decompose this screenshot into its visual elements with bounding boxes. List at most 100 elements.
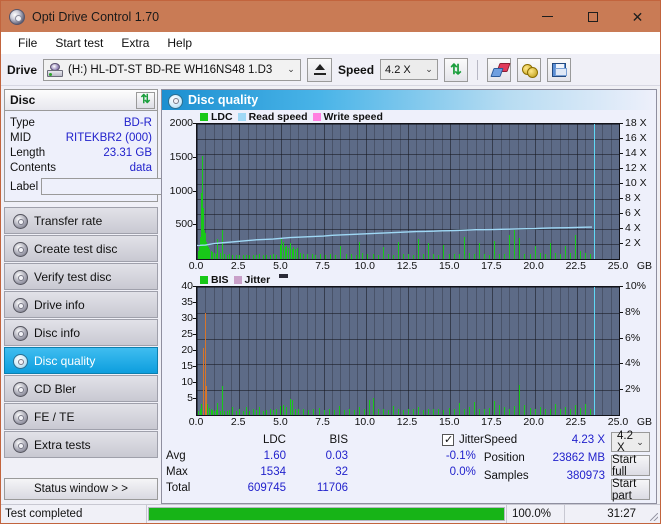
sidebar-item-transfer-rate[interactable]: Transfer rate — [4, 207, 158, 234]
sidebar-item-label: Disc quality — [34, 353, 96, 368]
start-part-button[interactable]: Start part — [611, 478, 650, 502]
y2-tick — [620, 363, 623, 365]
disc-length-label: Length — [10, 146, 46, 159]
grid-line — [197, 338, 619, 340]
sidebar-item-extra-tests[interactable]: Extra tests — [4, 431, 158, 458]
sidebar-item-verify-test-disc[interactable]: Verify test disc — [4, 263, 158, 290]
y2-tick-label: 2% — [625, 382, 641, 395]
position-cursor — [593, 287, 595, 415]
data-bar — [252, 409, 254, 415]
menu-extra[interactable]: Extra — [112, 33, 158, 53]
menu-start-test[interactable]: Start test — [46, 33, 112, 53]
data-bar — [529, 407, 531, 415]
tools-button[interactable] — [517, 57, 542, 82]
y-tick-label: 20 — [181, 344, 193, 357]
ldc-speed-axis: 2 X 4 X 6 X 8 X 10 X 12 X 14 X 16 X 18 X — [620, 117, 654, 260]
y2-tick-label: 2 X — [625, 237, 641, 249]
maximize-icon — [587, 11, 598, 22]
legend-read-speed: Read speed — [237, 111, 308, 123]
body: Disc Type BD-R MID RITEKBR2 (000) Length… — [1, 86, 660, 504]
x-tick-label: 25.0 — [607, 260, 629, 273]
ldc-chart-legend: LDC Read speed Write speed — [164, 111, 654, 123]
data-bar — [549, 409, 551, 415]
jitter-checkbox[interactable] — [441, 433, 454, 446]
legend-jitter: Jitter — [233, 274, 270, 286]
ldc-plot-area[interactable] — [196, 123, 620, 261]
sidebar-item-drive-info[interactable]: Drive info — [4, 291, 158, 318]
grid-line — [256, 287, 258, 415]
sidebar-item-fe-te[interactable]: FE / TE — [4, 403, 158, 430]
data-bar — [408, 408, 409, 415]
charts-container: LDC Read speed Write speed 500 1000 1500 20… — [162, 110, 656, 430]
elapsed-time: 31:27 — [564, 505, 648, 523]
menu-help[interactable]: Help — [158, 33, 201, 53]
ldc-x-axis: 0.0 2.5 5.0 7.5 10.0 12.5 15.0 17.5 20.0 22.5 25.0… — [189, 260, 652, 274]
grid-line — [382, 287, 384, 415]
data-bar — [534, 408, 536, 415]
sidebar-item-label: Verify test disc — [34, 269, 112, 284]
resize-grip-icon[interactable] — [648, 505, 660, 523]
close-button[interactable]: ✕ — [615, 1, 660, 32]
grid-line — [475, 287, 477, 415]
start-full-button[interactable]: Start full — [611, 454, 650, 478]
sidebar-item-disc-info[interactable]: Disc info — [4, 319, 158, 346]
y-tick-label: 1500 — [169, 150, 193, 163]
x-tick-label: 10.0 — [354, 260, 376, 273]
grid-line — [585, 287, 587, 415]
sidebar-item-cd-bler[interactable]: CD Bler — [4, 375, 158, 402]
x-tick-label: 7.5 — [315, 260, 330, 273]
data-bar — [269, 408, 271, 415]
legend-write-speed: Write speed — [312, 111, 383, 123]
panel-title: Disc quality — [188, 93, 259, 107]
grid-line — [458, 287, 460, 415]
stats-row-label-avg: Avg — [166, 450, 186, 462]
grid-line — [559, 287, 561, 415]
legend-swatch-icon — [312, 113, 321, 121]
data-bar — [478, 408, 480, 415]
legend-swatch-icon — [237, 113, 246, 121]
jitter-bar — [206, 386, 208, 415]
refresh-drive-button[interactable] — [444, 57, 469, 82]
sidebar-item-disc-quality[interactable]: Disc quality — [4, 347, 158, 374]
test-speed-select[interactable]: 4.2 X ⌄ — [611, 430, 650, 454]
data-bar — [554, 404, 556, 415]
data-bar — [580, 407, 582, 415]
data-bar — [226, 411, 228, 415]
maximize-button[interactable] — [570, 1, 615, 32]
grid-line — [247, 287, 249, 415]
app-disc-icon — [9, 8, 25, 25]
status-window-button[interactable]: Status window > > — [4, 478, 158, 500]
sidebar-item-create-test-disc[interactable]: Create test disc — [4, 235, 158, 262]
x-tick-label: 15.0 — [438, 416, 460, 428]
x-tick-label: 5.0 — [273, 416, 288, 428]
data-bar — [585, 404, 587, 415]
grid-line — [197, 287, 619, 289]
bis-plot-area[interactable] — [196, 286, 620, 416]
save-button[interactable] — [547, 57, 572, 82]
disc-refresh-button[interactable] — [136, 91, 155, 109]
stats-position-value: 23862 MB — [552, 452, 605, 464]
stats-row-label-total: Total — [166, 482, 191, 494]
drive-toolbar: Drive (H:) HL-DT-ST BD-RE WH16NS48 1.D3 … — [1, 54, 660, 86]
stats-avg-ldc: 1.60 — [263, 450, 286, 462]
x-tick-label: 25.0 — [607, 416, 629, 428]
drive-select[interactable]: (H:) HL-DT-ST BD-RE WH16NS48 1.D3 ⌄ — [43, 58, 302, 81]
eject-button[interactable] — [307, 57, 333, 82]
panel-header: Disc quality — [162, 90, 656, 110]
bis-plot-wrap: 5 10 15 20 25 30 35 40 2% 4% 6% 8% 10% — [164, 280, 654, 416]
menu-file[interactable]: File — [9, 33, 46, 53]
erase-button[interactable] — [487, 57, 512, 82]
grid-line — [340, 287, 342, 415]
disc-icon — [13, 214, 28, 229]
stats-samples-row: Samples 380973 — [484, 468, 611, 484]
progress-fill — [149, 508, 504, 520]
jitter-label: Jitter — [458, 434, 484, 446]
minimize-button[interactable] — [525, 1, 570, 32]
grid-line — [197, 287, 198, 415]
speed-select[interactable]: 4.2 X ⌄ — [380, 59, 439, 80]
x-tick-label: 12.5 — [396, 416, 418, 428]
disc-icon — [13, 410, 28, 425]
disc-properties: Type BD-R MID RITEKBR2 (000) Length 23.3… — [5, 111, 242, 201]
stats-row-label-max: Max — [166, 466, 188, 478]
speed-select-value: 4.2 X — [385, 63, 411, 76]
